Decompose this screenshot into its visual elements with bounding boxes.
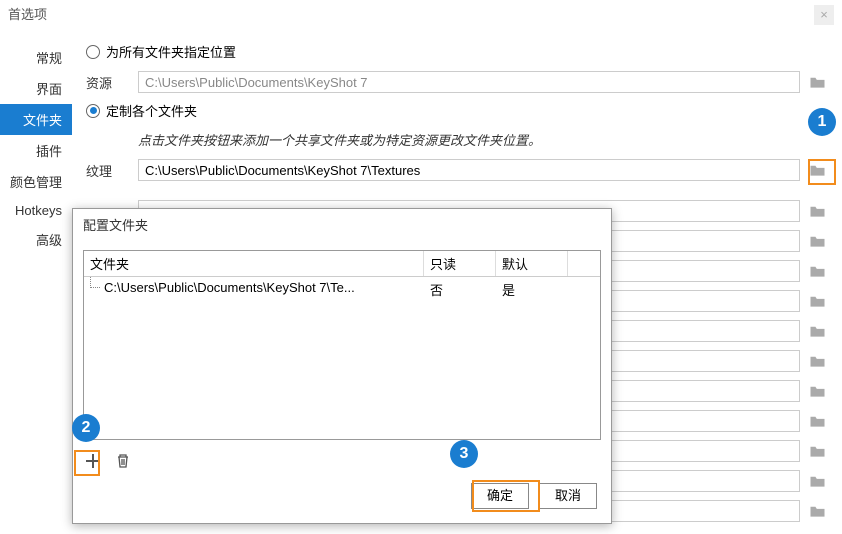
callout-highlight-2 bbox=[74, 450, 100, 476]
folder-icon bbox=[806, 71, 828, 93]
dialog-title: 配置文件夹 bbox=[73, 209, 611, 240]
folder-icon[interactable] bbox=[806, 500, 828, 522]
callout-highlight-1 bbox=[808, 159, 836, 185]
grid-header-folder[interactable]: 文件夹 bbox=[84, 251, 424, 276]
folder-icon[interactable] bbox=[806, 440, 828, 462]
window-title: 首选项 bbox=[8, 0, 47, 30]
delete-folder-button[interactable] bbox=[113, 451, 133, 471]
folder-icon[interactable] bbox=[806, 410, 828, 432]
sidebar-item-general[interactable]: 常规 bbox=[0, 42, 72, 73]
sidebar-item-plugins[interactable]: 插件 bbox=[0, 135, 72, 166]
folder-icon[interactable] bbox=[806, 320, 828, 342]
cell-default: 是 bbox=[496, 277, 568, 302]
texture-label: 纹理 bbox=[86, 161, 138, 180]
callout-badge-1: 1 bbox=[808, 108, 836, 136]
sidebar-item-colormgmt[interactable]: 颜色管理 bbox=[0, 166, 72, 197]
resource-path-input bbox=[138, 71, 800, 93]
radio-all-folders-label: 为所有文件夹指定位置 bbox=[106, 42, 236, 61]
folder-icon[interactable] bbox=[806, 230, 828, 252]
callout-badge-3: 3 bbox=[450, 440, 478, 468]
radio-custom-folders[interactable] bbox=[86, 104, 100, 118]
sidebar-item-folders[interactable]: 文件夹 bbox=[0, 104, 72, 135]
folder-icon[interactable] bbox=[806, 470, 828, 492]
resource-label: 资源 bbox=[86, 73, 138, 92]
cell-folder-path: C:\Users\Public\Documents\KeyShot 7\Te..… bbox=[84, 277, 424, 302]
callout-highlight-3 bbox=[472, 480, 540, 512]
sidebar-item-advanced[interactable]: 高级 bbox=[0, 224, 72, 255]
cell-readonly: 否 bbox=[424, 277, 496, 302]
texture-path-input[interactable] bbox=[138, 159, 800, 181]
grid-header-default[interactable]: 默认 bbox=[496, 251, 568, 276]
callout-badge-2: 2 bbox=[72, 414, 100, 442]
folder-grid[interactable]: 文件夹 只读 默认 C:\Users\Public\Documents\KeyS… bbox=[83, 250, 601, 440]
radio-all-folders[interactable] bbox=[86, 45, 100, 59]
grid-header-readonly[interactable]: 只读 bbox=[424, 251, 496, 276]
sidebar: 常规 界面 文件夹 插件 颜色管理 Hotkeys 高级 bbox=[0, 30, 72, 534]
sidebar-item-hotkeys[interactable]: Hotkeys bbox=[0, 197, 72, 224]
cancel-button[interactable]: 取消 bbox=[539, 483, 597, 509]
folder-icon[interactable] bbox=[806, 290, 828, 312]
table-row[interactable]: C:\Users\Public\Documents\KeyShot 7\Te..… bbox=[84, 277, 600, 302]
folder-icon[interactable] bbox=[806, 260, 828, 282]
folder-icon[interactable] bbox=[806, 380, 828, 402]
radio-custom-folders-label: 定制各个文件夹 bbox=[106, 101, 197, 120]
hint-text: 点击文件夹按钮来添加一个共享文件夹或为特定资源更改文件夹位置。 bbox=[138, 130, 828, 149]
close-icon[interactable]: × bbox=[814, 5, 834, 25]
folder-icon[interactable] bbox=[806, 350, 828, 372]
sidebar-item-interface[interactable]: 界面 bbox=[0, 73, 72, 104]
configure-folders-dialog: 配置文件夹 文件夹 只读 默认 C:\Users\Public\Document… bbox=[72, 208, 612, 524]
folder-icon[interactable] bbox=[806, 200, 828, 222]
